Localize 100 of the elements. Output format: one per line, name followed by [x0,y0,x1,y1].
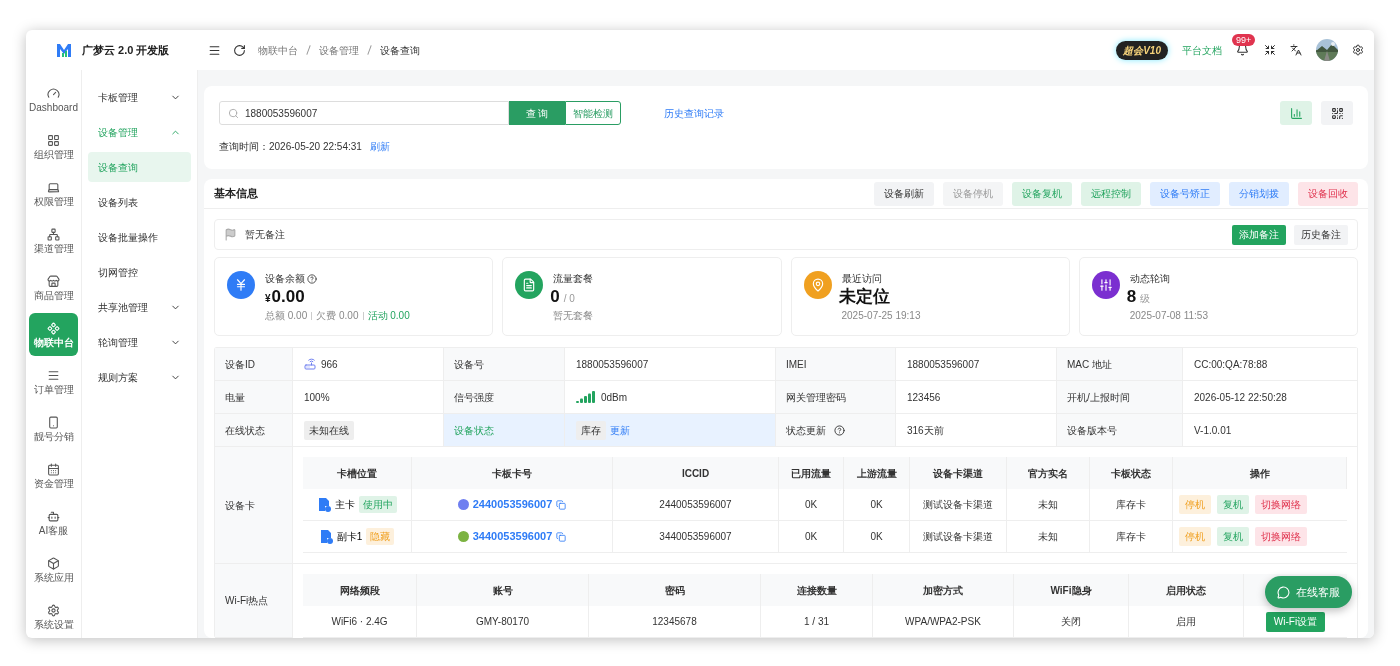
help-icon[interactable] [307,273,317,284]
detect-button[interactable]: 智能检测 [565,101,621,125]
column-header: 上游流量 [844,457,910,489]
action-button[interactable]: 分销划拨 [1229,181,1289,206]
card-number-link[interactable]: 3440053596007 [472,528,553,545]
sim-card-icon [317,497,331,512]
action-button[interactable]: 设备号矫正 [1150,181,1220,206]
submenu-subitem[interactable]: 设备列表 [88,187,191,217]
field-label: 设备ID [215,348,293,381]
copy-icon[interactable] [556,531,567,542]
rail-item[interactable]: Dashboard [29,78,78,121]
submenu-subitem[interactable]: 设备批量操作 [88,222,191,252]
switch-network-button[interactable]: 切换网络 [1255,495,1307,514]
rail-item[interactable]: 资金管理 [29,454,78,497]
rail-item[interactable]: 订单管理 [29,360,78,403]
submenu-item[interactable]: 卡板管理 [88,82,191,112]
submenu-item[interactable]: 设备管理 [88,117,191,147]
help-icon[interactable] [834,424,845,436]
field-value: CC:00:QA:78:88 [1194,357,1268,372]
flag-icon [224,228,237,241]
copy-icon[interactable] [556,499,567,510]
chat-button[interactable]: 在线客服 [1265,576,1352,608]
rail-item[interactable]: 商品管理 [29,266,78,309]
breadcrumb-item[interactable]: 设备查询 [380,42,420,58]
app-title: 广梦云 2.0 开发版 [82,42,170,58]
rail-item[interactable]: 权限管理 [29,172,78,215]
field-label: 状态更新 [776,414,896,447]
field-label: IMEI [776,348,896,381]
resume-button[interactable]: 复机 [1217,527,1249,546]
stat-detail: 2025-07-25 19:13 [841,309,921,323]
action-button[interactable]: 设备停机 [943,181,1003,206]
rail-item[interactable]: 组织管理 [29,125,78,168]
table-cell: 1 / 31 [761,606,873,638]
column-header: WiFi隐身 [1014,574,1129,606]
action-button[interactable]: 设备刷新 [874,181,934,206]
fullscreen-icon[interactable] [1264,44,1276,56]
search-icon [228,107,239,119]
refresh-icon[interactable] [233,43,246,57]
wifi-settings-button[interactable]: Wi-Fi设置 [1265,611,1326,632]
submenu-item[interactable]: 轮询管理 [88,327,191,357]
note-history-button[interactable]: 历史备注 [1294,224,1348,245]
refresh-link[interactable]: 刷新 [369,139,390,154]
chart-button[interactable] [1280,101,1312,125]
menu-icon[interactable] [208,43,221,57]
stat-unit: 级 [1140,292,1151,306]
bell-icon[interactable] [1236,43,1249,56]
submenu-item[interactable]: 规则方案 [88,362,191,392]
table-cell: 关闭 [1014,606,1129,638]
table-cell: 未知 [1007,521,1090,553]
stat-title: 最近访问 [841,272,882,286]
rail-item[interactable]: AI客服 [29,501,78,544]
column-header: 网络频段 [303,574,417,606]
table-cell: 测试设备卡渠道 [910,489,1007,521]
language-icon[interactable] [1290,44,1302,56]
settings-icon[interactable] [1352,44,1364,56]
rail-item[interactable]: 靓号分销 [29,407,78,450]
update-link[interactable]: 更新 [610,422,630,438]
column-header: 启用状态 [1129,574,1244,606]
table-cell: 启用 [1129,606,1244,638]
rail-item[interactable]: 渠道管理 [29,219,78,262]
switch-network-button[interactable]: 切换网络 [1255,527,1307,546]
slot-tag: 使用中 [358,496,397,513]
submenu-subitem[interactable]: 切网管控 [88,257,191,287]
table-cell: 12345678 [589,606,761,638]
notification-count: 99+ [1232,34,1256,46]
resume-button[interactable]: 复机 [1217,495,1249,514]
rail-item[interactable]: 系统应用 [29,548,78,591]
column-header: 官方实名 [1007,457,1090,489]
qr-code-button[interactable] [1321,101,1353,125]
field-label: 在线状态 [215,414,293,447]
hub-icon [47,321,60,335]
cube-icon [47,556,60,570]
breadcrumb-item[interactable]: 设备管理 [319,42,359,58]
submenu-subitem[interactable]: 设备查询 [88,152,191,182]
action-button[interactable]: 设备复机 [1012,181,1072,206]
stat-detail: 总额 0.00 [265,309,308,323]
history-link[interactable]: 历史查询记录 [664,105,724,121]
store-icon [47,274,60,288]
rail-item[interactable]: 系统设置 [29,595,78,638]
rail-item[interactable]: 物联中台 [29,313,78,356]
column-header: 操作 [1173,457,1347,489]
search-field[interactable]: 1880053596007 [219,101,509,125]
list-icon [47,368,60,382]
slot-tag: 隐藏 [366,528,395,545]
field-label: 设备号 [444,348,565,381]
action-button[interactable]: 远程控制 [1081,181,1141,206]
docs-link[interactable]: 平台文档 [1182,42,1222,58]
action-button[interactable]: 设备回收 [1298,181,1358,206]
field-label: 网关管理密码 [776,381,896,414]
logo-icon [56,42,72,58]
query-button[interactable]: 查 询 [509,101,565,125]
card-number-link[interactable]: 2440053596007 [472,496,553,513]
add-note-button[interactable]: 添加备注 [1232,224,1286,245]
breadcrumb-item[interactable]: 物联中台 [258,42,298,58]
signal-icon [576,391,596,403]
field-value: 2026-05-12 22:50:28 [1194,390,1287,405]
column-header: 设备卡渠道 [910,457,1007,489]
submenu-item[interactable]: 共享池管理 [88,292,191,322]
query-time: 查询时间：2026-05-20 22:54:31 [219,140,362,154]
field-value: 966 [321,357,338,372]
